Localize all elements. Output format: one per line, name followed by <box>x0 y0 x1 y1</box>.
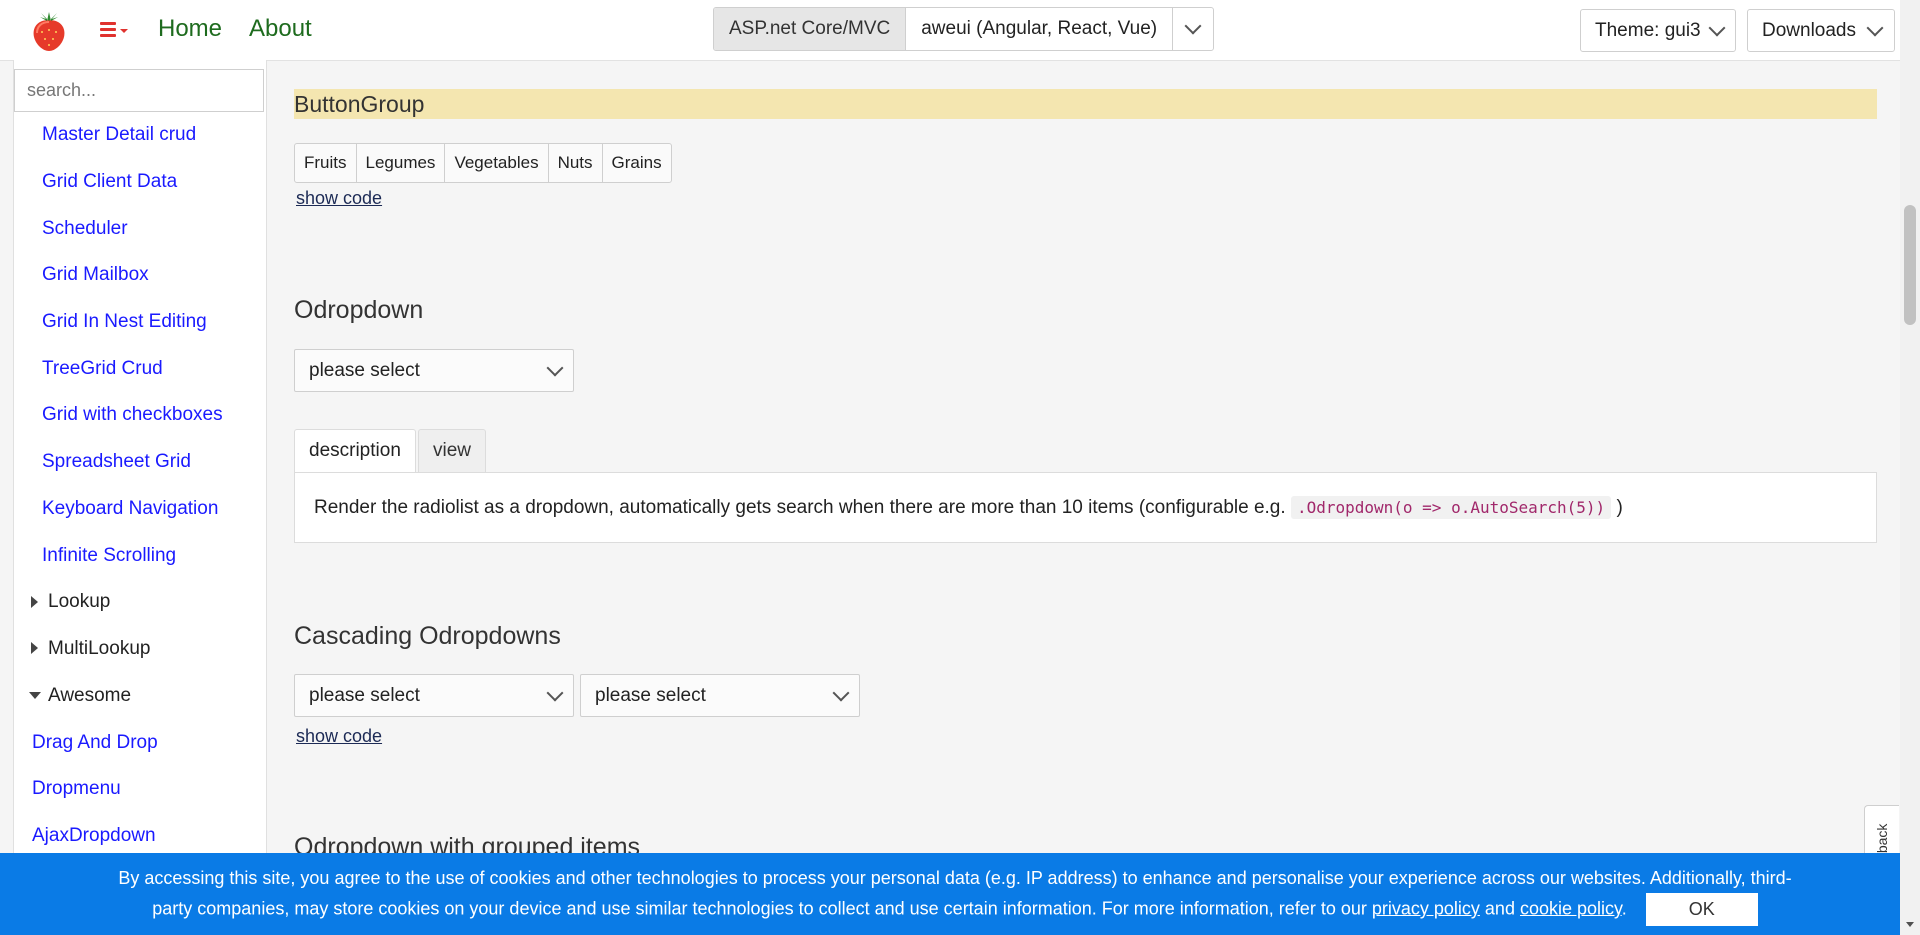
sidebar-group-lookup[interactable]: Lookup <box>48 591 110 613</box>
description-tab-panel: Render the radiolist as a dropdown, auto… <box>294 472 1877 543</box>
cascading-select-child-value: please select <box>595 685 706 706</box>
platform-switcher: ASP.net Core/MVC aweui (Angular, React, … <box>713 7 1215 51</box>
cascading-select-parent[interactable]: please select <box>294 674 574 717</box>
sidebar-item-grid-in-nest-editing[interactable]: Grid In Nest Editing <box>42 311 207 333</box>
cookie-policy-link[interactable]: cookie policy <box>1520 898 1622 918</box>
tab-description[interactable]: description <box>294 429 416 473</box>
caret-down-icon <box>120 29 128 33</box>
cascading-show-code-link[interactable]: show code <box>296 726 382 747</box>
description-text-line: Render the radiolist as a dropdown, auto… <box>314 496 1623 519</box>
sidebar-group-multilookup[interactable]: MultiLookup <box>48 638 150 660</box>
cookie-banner: By accessing this site, you agree to the… <box>0 853 1900 935</box>
buttongroup-title: ButtonGroup <box>294 91 425 117</box>
tab-view[interactable]: view <box>418 429 487 472</box>
chevron-down-icon <box>546 684 564 702</box>
buttongroup-show-code-link[interactable]: show code <box>296 188 382 209</box>
cookie-text-and: and <box>1484 898 1515 919</box>
cookie-text-period: . <box>1621 898 1627 919</box>
odropdown-select[interactable]: please select <box>294 349 574 392</box>
sidebar-item-keyboard-navigation[interactable]: Keyboard Navigation <box>42 498 218 520</box>
odropdown-select-value: please select <box>309 360 420 381</box>
odropdown-title: Odropdown <box>294 296 424 324</box>
hamburger-menu-icon <box>100 22 116 40</box>
platform-dropdown-button[interactable] <box>1173 8 1213 50</box>
sidebar-item-grid-with-checkboxes[interactable]: Grid with checkboxes <box>42 404 223 426</box>
buttongroup-section-header: ButtonGroup <box>294 89 1877 119</box>
sidebar-item-ajaxdropdown[interactable]: AjaxDropdown <box>32 825 156 847</box>
sidebar-item-grid-mailbox[interactable]: Grid Mailbox <box>42 264 149 286</box>
buttongroup-nuts-button[interactable]: Nuts <box>549 144 603 182</box>
platform-option-aspnet[interactable]: ASP.net Core/MVC <box>714 8 907 50</box>
chevron-down-icon <box>546 359 564 377</box>
buttongroup-demo: Fruits Legumes Vegetables Nuts Grains <box>294 143 672 183</box>
top-bar: Home About ASP.net Core/MVC aweui (Angul… <box>0 0 1900 61</box>
nav-about-link[interactable]: About <box>249 15 312 43</box>
expand-arrow-icon[interactable] <box>31 642 38 654</box>
cascading-select-child[interactable]: please select <box>580 674 860 717</box>
collapse-arrow-icon[interactable] <box>29 692 41 699</box>
description-text-end: ) <box>1616 497 1623 518</box>
chevron-down-icon <box>1708 19 1726 37</box>
platform-option-aweui[interactable]: aweui (Angular, React, Vue) <box>906 8 1174 50</box>
cascading-select-parent-value: please select <box>309 685 420 706</box>
cookie-banner-text: By accessing this site, you agree to the… <box>110 863 1800 926</box>
expand-arrow-icon[interactable] <box>31 596 38 608</box>
theme-label: Theme: gui3 <box>1595 20 1701 41</box>
description-text: Render the radiolist as a dropdown, auto… <box>314 497 1286 518</box>
page-scrollbar[interactable] <box>1900 0 1920 935</box>
privacy-policy-link[interactable]: privacy policy <box>1372 898 1480 918</box>
chevron-down-icon <box>1184 17 1202 35</box>
sidebar-search-input[interactable] <box>14 69 264 112</box>
hamburger-menu-button[interactable] <box>96 16 134 44</box>
theme-dropdown-button[interactable]: Theme: gui3 <box>1580 9 1736 52</box>
cookie-ok-button[interactable]: OK <box>1645 893 1758 926</box>
sidebar-item-dropmenu[interactable]: Dropmenu <box>32 778 121 800</box>
description-code-snippet: .Odropdown(o => o.AutoSearch(5)) <box>1290 496 1612 519</box>
scroll-down-arrow-icon[interactable] <box>1906 922 1914 927</box>
sidebar-item-master-detail-crud[interactable]: Master Detail crud <box>42 124 196 146</box>
cascading-title: Cascading Odropdowns <box>294 622 561 650</box>
buttongroup-grains-button[interactable]: Grains <box>603 144 671 182</box>
buttongroup-fruits-button[interactable]: Fruits <box>295 144 357 182</box>
sidebar-group-awesome[interactable]: Awesome <box>48 685 131 707</box>
downloads-label: Downloads <box>1762 20 1856 41</box>
buttongroup-vegetables-button[interactable]: Vegetables <box>445 144 549 182</box>
buttongroup-legumes-button[interactable]: Legumes <box>357 144 446 182</box>
downloads-dropdown-button[interactable]: Downloads <box>1747 9 1895 52</box>
nav-home-link[interactable]: Home <box>158 15 222 43</box>
sidebar-item-scheduler[interactable]: Scheduler <box>42 218 128 240</box>
sidebar-item-grid-client-data[interactable]: Grid Client Data <box>42 171 177 193</box>
scrollbar-thumb[interactable] <box>1904 205 1916 325</box>
sidebar-item-spreadsheet-grid[interactable]: Spreadsheet Grid <box>42 451 191 473</box>
sidebar-item-drag-and-drop[interactable]: Drag And Drop <box>32 732 158 754</box>
chevron-down-icon <box>832 684 850 702</box>
chevron-down-icon <box>1866 19 1884 37</box>
strawberry-logo-icon[interactable] <box>28 8 70 52</box>
sidebar-item-infinite-scrolling[interactable]: Infinite Scrolling <box>42 545 176 567</box>
sidebar-item-treegrid-crud[interactable]: TreeGrid Crud <box>42 358 163 380</box>
